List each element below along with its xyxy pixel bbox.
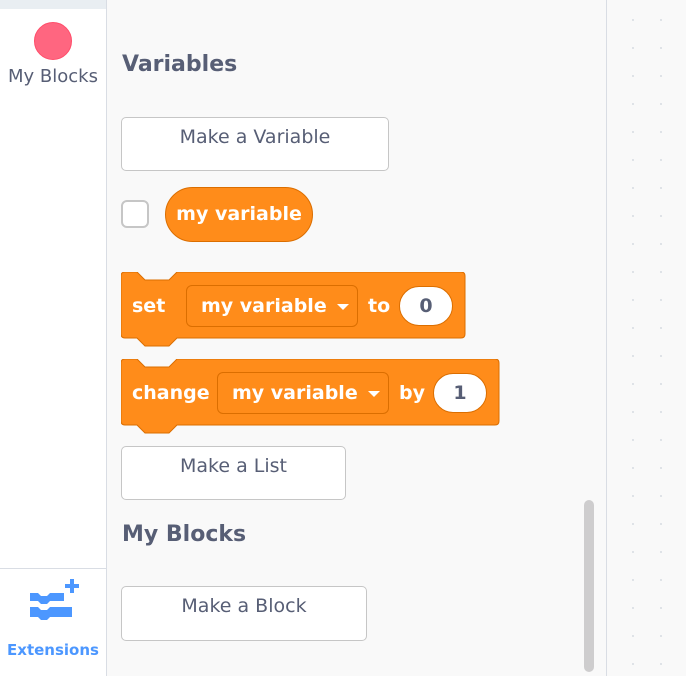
variables-heading: Variables (122, 52, 238, 77)
category-top-band (0, 0, 106, 9)
change-variable-dropdown[interactable]: my variable (217, 372, 389, 414)
change-keyword: change (132, 382, 210, 404)
category-my-blocks[interactable]: My Blocks (0, 14, 106, 94)
variable-reporter-block[interactable]: my variable (165, 187, 313, 242)
extensions-label: Extensions (7, 641, 99, 659)
my-blocks-category-dot-icon (34, 22, 72, 60)
make-block-button[interactable]: Make a Block (121, 586, 367, 641)
by-connector: by (399, 382, 425, 404)
set-dropdown-value: my variable (201, 295, 327, 317)
make-variable-button[interactable]: Make a Variable (121, 117, 389, 171)
script-workspace[interactable] (607, 0, 686, 676)
block-palette-flyout: Variables Make a Variable my variable se… (107, 0, 607, 676)
set-keyword: set (132, 295, 166, 317)
change-value-input[interactable]: 1 (433, 373, 487, 413)
variable-monitor-checkbox[interactable] (121, 200, 149, 228)
set-value-input[interactable]: 0 (399, 286, 453, 326)
category-menu: My Blocks Extensions (0, 0, 107, 676)
set-variable-dropdown[interactable]: my variable (186, 285, 358, 327)
chevron-down-icon (336, 303, 349, 310)
add-extension-button[interactable]: Extensions (0, 569, 106, 676)
change-dropdown-value: my variable (232, 382, 358, 404)
my-blocks-heading: My Blocks (122, 522, 247, 547)
flyout-scrollbar[interactable] (584, 500, 594, 672)
make-list-button[interactable]: Make a List (121, 446, 346, 500)
extensions-icon (30, 579, 79, 620)
my-blocks-category-label: My Blocks (8, 66, 98, 87)
to-connector: to (368, 295, 391, 317)
chevron-down-icon (367, 390, 380, 397)
